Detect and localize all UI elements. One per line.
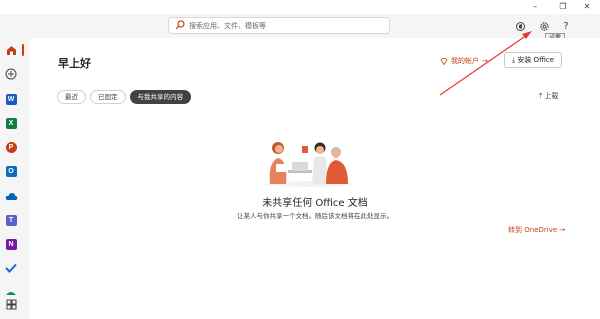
my-account-link[interactable]: 我的帐户 → [440, 56, 488, 66]
minimize-button[interactable]: – [522, 0, 548, 14]
tab-pinned[interactable]: 已固定 [90, 90, 126, 104]
teams-icon: T [5, 214, 17, 226]
rail-teams[interactable]: T [3, 212, 19, 228]
empty-state-illustration [265, 142, 353, 187]
cloud-icon [5, 192, 17, 200]
check-icon [5, 263, 17, 273]
file-tabs: 最近 已固定 与我共享的内容 [57, 90, 191, 104]
rail-all-apps[interactable] [3, 296, 19, 312]
install-office-label: 安装 Office [517, 56, 554, 64]
help-button[interactable]: ? [558, 18, 574, 34]
home-icon [6, 45, 16, 55]
top-header: 搜索应用、文件、模板等 ? [0, 14, 600, 38]
plus-circle-icon [5, 68, 17, 80]
rail-new[interactable] [3, 66, 19, 82]
rail-onedrive[interactable] [3, 188, 19, 204]
rail-home[interactable] [3, 42, 24, 58]
rail-onenote[interactable]: N [3, 236, 19, 252]
megaphone-icon [515, 21, 525, 31]
feedback-button[interactable] [512, 18, 528, 34]
rail-todo[interactable] [3, 260, 19, 276]
powerpoint-icon: P [5, 141, 17, 153]
title-bar: – ❐ ✕ [0, 0, 600, 14]
settings-button[interactable] [536, 18, 552, 34]
diamond-icon [440, 57, 448, 65]
my-account-label: 我的帐户 [451, 57, 479, 65]
grid-icon [6, 299, 16, 309]
excel-icon: X [5, 117, 17, 129]
app-rail: W X P O T N [0, 38, 24, 319]
tab-recent[interactable]: 最近 [57, 90, 86, 104]
upload-button[interactable]: ⤒ 上载 [539, 91, 558, 101]
empty-state-title: 未共享任何 Office 文档 [262, 198, 368, 209]
app-icon [6, 292, 16, 295]
upload-label: 上载 [544, 92, 559, 100]
word-icon: W [5, 93, 17, 105]
go-to-onedrive-link[interactable]: 转到 OneDrive → [508, 225, 565, 235]
search-placeholder: 搜索应用、文件、模板等 [189, 22, 266, 30]
search-box[interactable]: 搜索应用、文件、模板等 [168, 17, 390, 34]
outlook-icon: O [5, 165, 17, 177]
gear-icon [539, 21, 549, 31]
install-office-button[interactable]: ⤓ 安装 Office [504, 52, 562, 68]
rail-outlook[interactable]: O [3, 163, 19, 179]
arrow-right-icon: → [482, 57, 488, 65]
restore-button[interactable]: ❐ [550, 0, 576, 14]
rail-word[interactable]: W [3, 91, 19, 107]
tab-shared-with-me[interactable]: 与我共享的内容 [129, 90, 191, 104]
onenote-icon: N [5, 238, 17, 250]
page-title: 早上好 [58, 57, 91, 70]
close-button[interactable]: ✕ [574, 0, 600, 14]
rail-powerpoint[interactable]: P [3, 139, 19, 155]
search-icon [175, 20, 185, 30]
empty-state-subtitle: 让某人与你共享一个文档。随后该文档将在此处显示。 [237, 212, 393, 220]
rail-excel[interactable]: X [3, 115, 19, 131]
main-panel: 早上好 我的帐户 → ⤓ 安装 Office 最近 已固定 与我共享的内容 ⤒ … [30, 38, 600, 319]
